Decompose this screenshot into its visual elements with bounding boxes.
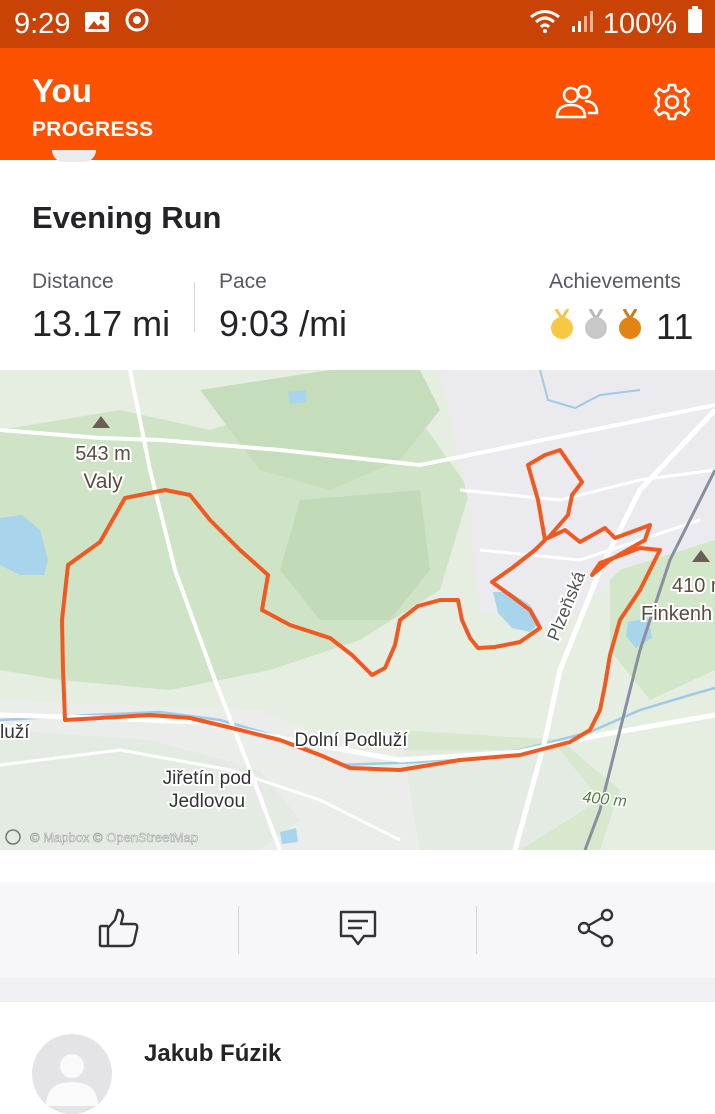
wifi-icon: [529, 8, 561, 41]
avatar[interactable]: [32, 1034, 112, 1114]
activity-title[interactable]: Evening Run: [32, 200, 221, 236]
map-label-dolni-podluzi: Dolní Podluží: [294, 730, 408, 751]
map-label-jiretin-2: Jedlovou: [169, 791, 245, 812]
thumbs-up-icon: [97, 906, 141, 955]
share-icon: [575, 907, 617, 954]
stat-divider: [194, 282, 195, 332]
achievements-count: 11: [656, 306, 694, 347]
map-label-valy-elevation: 543 m: [75, 443, 131, 465]
app-bar: You PROGRESS: [0, 48, 715, 160]
water-lake: [288, 390, 306, 404]
route-map[interactable]: 543 m Valy Dolní Podluží Jiřetín pod Jed…: [0, 370, 715, 850]
achievements-label: Achievements: [549, 270, 681, 293]
settings-button[interactable]: [648, 82, 696, 127]
distance-value: 13.17 mi: [32, 303, 171, 344]
map-label-finken-elevation: 410 m: [672, 575, 715, 597]
friends-button[interactable]: [553, 84, 601, 124]
map-label-jiretin-1: Jiřetín pod: [163, 768, 252, 789]
map-label-finken: Finkenh: [641, 603, 712, 625]
section-separator: [0, 978, 715, 1002]
gold-medal-icon: [548, 307, 576, 346]
athlete-name[interactable]: Jakub Fúzik: [144, 1040, 281, 1068]
map-label-left-edge: luží: [0, 722, 30, 743]
activity-action-bar: [0, 882, 715, 978]
avatar-shadow: [52, 150, 96, 162]
kudos-button[interactable]: [0, 882, 238, 978]
gear-icon: [652, 82, 692, 127]
page-subtitle-tab[interactable]: PROGRESS: [32, 118, 153, 142]
people-icon: [554, 84, 600, 125]
achievements-row[interactable]: 11: [548, 306, 693, 348]
target-icon: [124, 7, 150, 41]
battery-icon: [687, 6, 703, 42]
pace-label: Pace: [219, 270, 267, 293]
status-time: 9:29: [14, 7, 71, 40]
bronze-medal-icon: [616, 307, 644, 346]
avatar-placeholder-icon: [46, 1054, 98, 1106]
silver-medal-icon: [582, 307, 610, 346]
pace-value: 9:03 /mi: [219, 303, 348, 344]
signal-icon: [571, 8, 593, 41]
map-label-valy: Valy: [83, 470, 123, 493]
battery-percent: 100%: [602, 7, 677, 40]
comment-icon: [338, 908, 378, 953]
distance-label: Distance: [32, 270, 114, 293]
share-button[interactable]: [477, 882, 715, 978]
map-attribution[interactable]: © Mapbox © OpenStreetMap: [30, 830, 199, 846]
comment-button[interactable]: [239, 882, 477, 978]
status-bar: 9:29 100%: [0, 0, 715, 48]
page-title: You: [32, 72, 92, 109]
gallery-icon: [84, 8, 110, 41]
